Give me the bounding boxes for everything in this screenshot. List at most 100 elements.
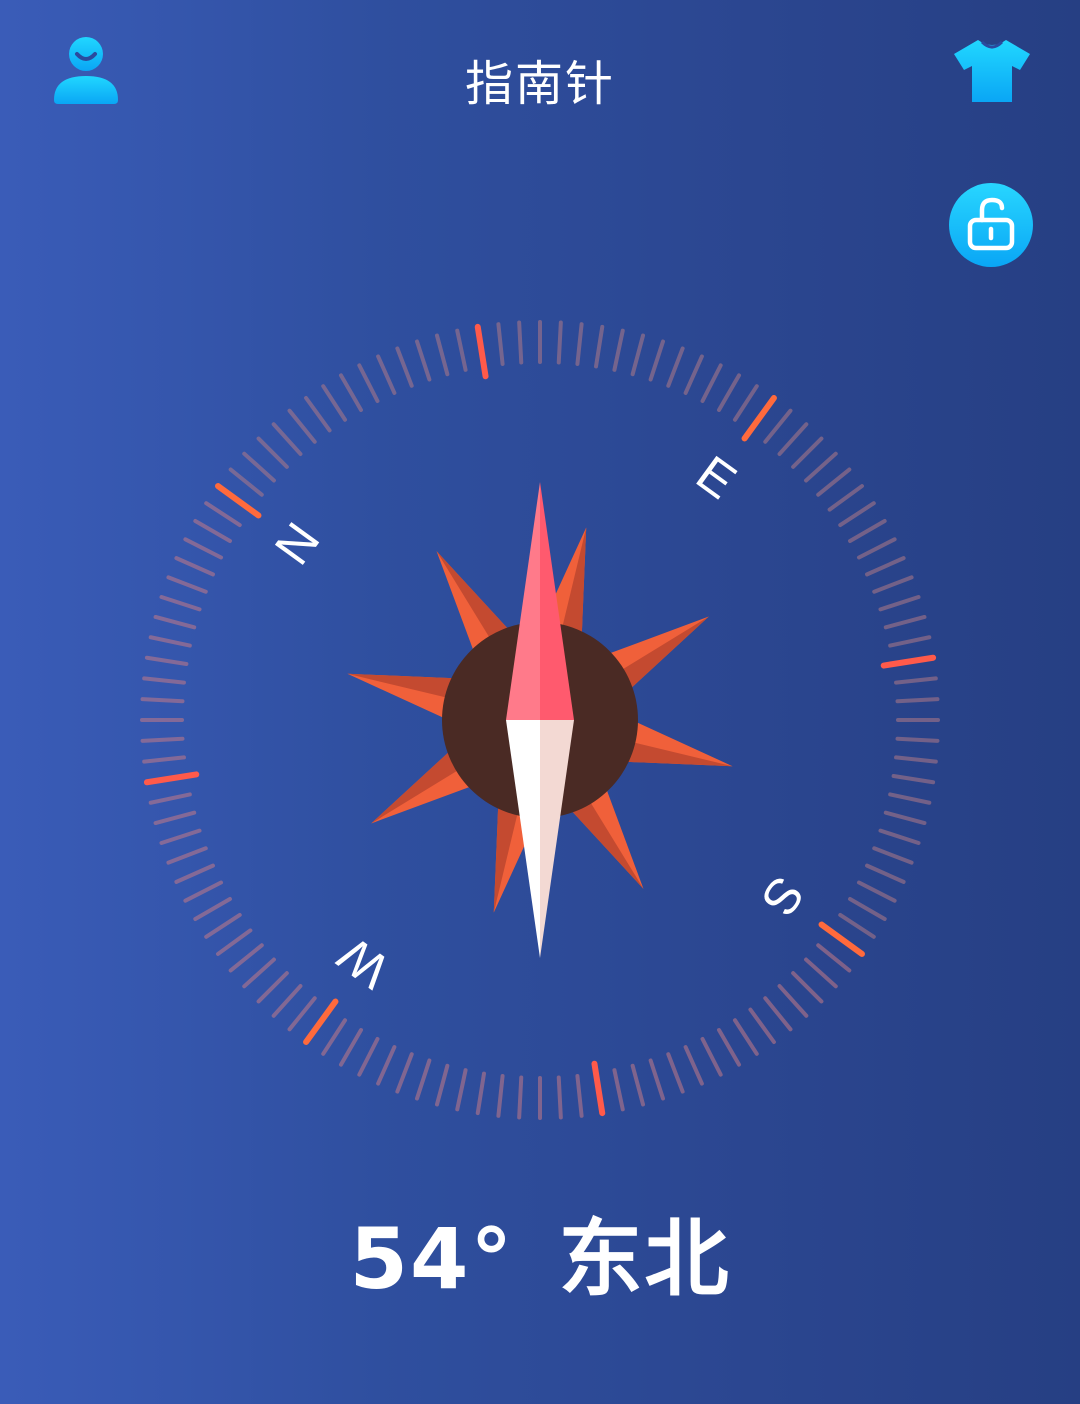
tick-minor [556,320,563,365]
tick-minor [848,897,887,921]
tick-minor [791,436,824,469]
tick-minor [242,451,276,483]
tick-minor [594,324,605,369]
needle-north-left [506,482,540,720]
tshirt-icon[interactable] [952,36,1032,106]
tick-minor [357,1036,380,1077]
tick-minor [700,1036,723,1077]
tick-major [818,921,865,957]
tick-minor [777,422,809,456]
tick-minor [804,451,838,483]
tick-minor [872,575,914,594]
tick-minor [496,1074,505,1118]
tick-minor [287,408,317,444]
tick-minor [556,1075,563,1120]
tick-minor [895,697,940,704]
compass-dial: N E S W [140,320,940,1120]
heading-readout: 54° 东北 [0,1192,1080,1313]
tick-major [215,483,262,519]
tick-minor [496,322,505,366]
tick-minor [228,467,264,497]
page-title: 指南针 [464,56,615,112]
tick-minor [838,501,876,528]
tick-minor [357,363,380,404]
tick-minor [865,556,906,577]
compass-needle [506,482,574,958]
tick-minor [666,346,685,388]
tick-minor [630,333,646,377]
tick-minor [883,614,927,630]
tick-minor [856,880,897,903]
tick-minor [895,736,940,743]
tick-minor [517,320,524,365]
tick-minor [777,984,809,1018]
tick-minor [517,1075,524,1120]
tick-minor [856,537,897,560]
tick-minor [148,792,192,805]
tick-minor [455,1068,468,1112]
tick-minor [648,339,665,382]
tick-minor [140,697,185,704]
tick-minor [630,1063,646,1107]
tick-minor [166,575,208,594]
tick-minor [865,863,906,884]
tick-minor [455,328,468,372]
tick-minor [193,519,232,543]
tick-minor [878,828,921,845]
tick-minor [204,501,242,528]
tick-minor [376,1045,397,1086]
tick-minor [153,614,197,630]
tick-minor [763,996,793,1032]
tick-minor [475,1071,486,1116]
tick-minor [888,635,932,648]
tick-minor [732,1018,759,1056]
tick-minor [339,1028,363,1067]
tick-minor [140,736,185,743]
tick-minor [321,384,348,422]
tick-minor [142,755,186,764]
tick-minor [816,467,852,497]
tick-minor [888,792,932,805]
tick-minor [339,373,363,412]
tick-minor [153,810,197,826]
tick-minor [216,928,253,956]
tick-minor [612,328,625,372]
tick-minor [575,322,584,366]
tick-minor [717,1028,741,1067]
unlock-icon[interactable] [948,182,1034,268]
tick-minor [816,943,852,973]
tick-minor [271,422,303,456]
tick-minor [415,339,432,382]
tick-minor [848,519,887,543]
tick-major [303,998,339,1045]
heading-degrees: 54° [349,1210,515,1308]
tick-minor [894,755,938,764]
tick-minor [159,828,202,845]
tick-minor [321,1018,348,1056]
tick-minor [732,384,759,422]
tick-minor [434,1063,450,1107]
tick-minor [395,346,414,388]
tick-minor [166,846,208,865]
heading-direction: 东北 [558,1210,731,1308]
tick-minor [666,1052,685,1094]
tick-minor [144,655,189,666]
cardinal-n: N [264,513,331,575]
tick-minor [228,943,264,973]
tick-minor [763,408,793,444]
tick-major [143,771,200,786]
tick-minor [791,971,824,1004]
tick-minor [894,676,938,685]
tick-minor [159,595,202,612]
tick-minor [287,996,317,1032]
tick-major [880,654,937,669]
tick-minor [183,880,224,903]
tick-minor [193,897,232,921]
cardinal-e: E [686,445,746,510]
cardinal-w: W [327,926,399,1000]
tick-minor [883,810,927,826]
tick-minor [717,373,741,412]
tick-minor [415,1058,432,1101]
tick-minor [271,984,303,1018]
tick-minor [183,537,224,560]
